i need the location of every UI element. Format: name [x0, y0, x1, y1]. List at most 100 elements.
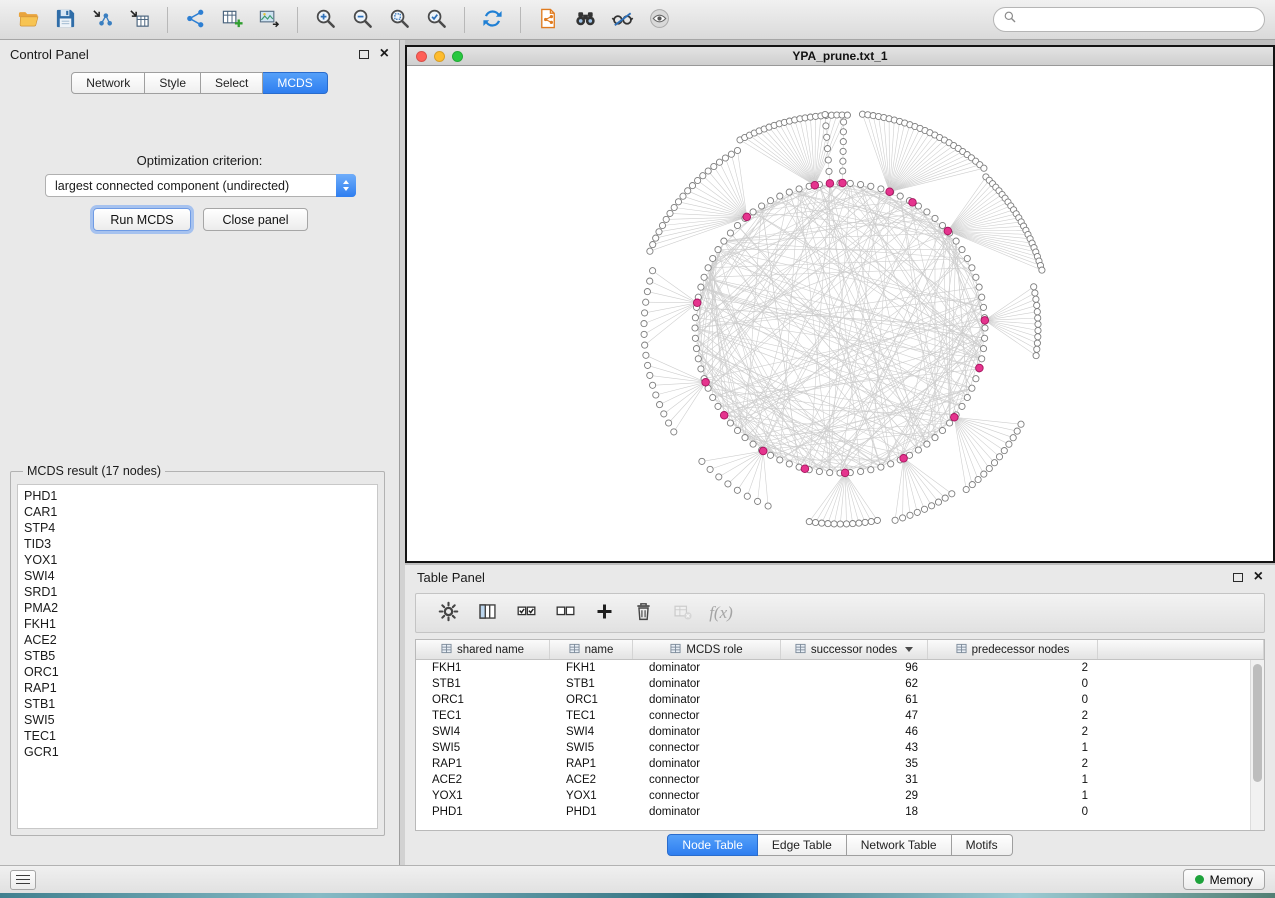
column-type-icon	[956, 643, 967, 657]
binoculars-button[interactable]	[567, 3, 604, 37]
trash-button[interactable]	[625, 597, 661, 629]
new-network-button[interactable]	[177, 3, 214, 37]
dropdown-stepper-icon	[336, 174, 356, 197]
zoom-selected-button[interactable]	[418, 3, 455, 37]
table-row[interactable]: SWI5SWI5connector431	[416, 740, 1264, 756]
tab-select[interactable]: Select	[201, 72, 263, 94]
search-box[interactable]	[993, 7, 1265, 32]
select-all-icon	[516, 601, 537, 625]
cell-shared-name: ORC1	[416, 694, 550, 706]
table-row[interactable]: STB1STB1dominator620	[416, 676, 1264, 692]
mcds-result-item[interactable]: PHD1	[24, 488, 371, 504]
column-header-successor-nodes[interactable]: successor nodes	[781, 640, 928, 659]
window-minimize-icon[interactable]	[434, 51, 445, 62]
network-graph[interactable]	[407, 66, 1273, 561]
import-table-button[interactable]	[121, 3, 158, 37]
gear-button[interactable]	[430, 597, 466, 629]
function-builder-button[interactable]: f(x)	[703, 597, 739, 629]
share-document-button[interactable]	[530, 3, 567, 37]
eye-button[interactable]	[641, 3, 678, 37]
mcds-result-list[interactable]: PHD1CAR1STP4TID3YOX1SWI4SRD1PMA2FKH1ACE2…	[17, 484, 378, 829]
table-row[interactable]: ORC1ORC1dominator610	[416, 692, 1264, 708]
zoom-fit-button[interactable]	[381, 3, 418, 37]
mcds-result-item[interactable]: RAP1	[24, 680, 371, 696]
float-panel-icon[interactable]	[359, 50, 369, 59]
mcds-result-item[interactable]: FKH1	[24, 616, 371, 632]
export-image-button[interactable]	[251, 3, 288, 37]
toolbar-separator	[520, 7, 521, 33]
table-row[interactable]: ACE2ACE2connector311	[416, 772, 1264, 788]
glasses-button[interactable]	[604, 3, 641, 37]
table-row[interactable]: TEC1TEC1connector472	[416, 708, 1264, 724]
column-header-mcds-role[interactable]: MCDS role	[633, 640, 781, 659]
save-button[interactable]	[47, 3, 84, 37]
mcds-result-item[interactable]: SWI5	[24, 712, 371, 728]
memory-button[interactable]: Memory	[1183, 869, 1265, 890]
mcds-result-item[interactable]: ORC1	[24, 664, 371, 680]
mcds-result-item[interactable]: TID3	[24, 536, 371, 552]
table-row[interactable]: FKH1FKH1dominator962	[416, 660, 1264, 676]
network-view-titlebar[interactable]: YPA_prune.txt_1	[407, 47, 1273, 66]
cell-successor-nodes: 96	[781, 662, 928, 674]
close-panel-button[interactable]: Close panel	[203, 208, 308, 231]
close-panel-icon[interactable]: ×	[380, 49, 389, 59]
show-columns-button[interactable]	[469, 597, 505, 629]
menu-list-button[interactable]	[10, 870, 36, 890]
table-scrollbar[interactable]	[1250, 660, 1264, 830]
close-table-panel-icon[interactable]: ×	[1254, 572, 1263, 582]
zoom-in-icon	[314, 7, 337, 33]
table-scrollbar-thumb[interactable]	[1253, 664, 1262, 782]
unselect-all-button[interactable]	[547, 597, 583, 629]
cell-shared-name: STB1	[416, 678, 550, 690]
table-row[interactable]: PHD1PHD1dominator180	[416, 804, 1264, 820]
tab-node-table[interactable]: Node Table	[667, 834, 758, 856]
table-row[interactable]: RAP1RAP1dominator352	[416, 756, 1264, 772]
select-all-button[interactable]	[508, 597, 544, 629]
optimization-criterion-select[interactable]: largest connected component (undirected)	[45, 174, 356, 197]
import-network-button[interactable]	[84, 3, 121, 37]
mcds-result-item[interactable]: PMA2	[24, 600, 371, 616]
cell-predecessor-nodes: 0	[928, 678, 1098, 690]
tab-mcds[interactable]: MCDS	[263, 72, 327, 94]
cell-predecessor-nodes: 2	[928, 710, 1098, 722]
mcds-result-item[interactable]: STP4	[24, 520, 371, 536]
window-close-icon[interactable]	[416, 51, 427, 62]
tab-motifs[interactable]: Motifs	[952, 834, 1013, 856]
tab-network-table[interactable]: Network Table	[847, 834, 952, 856]
zoom-out-button[interactable]	[344, 3, 381, 37]
new-table-button[interactable]	[214, 3, 251, 37]
cell-mcds-role: dominator	[633, 758, 781, 770]
cell-name: ACE2	[550, 774, 633, 786]
table-row[interactable]: YOX1YOX1connector291	[416, 788, 1264, 804]
tab-network[interactable]: Network	[71, 72, 145, 94]
cell-name: SWI4	[550, 726, 633, 738]
cell-predecessor-nodes: 2	[928, 726, 1098, 738]
refresh-button[interactable]	[474, 3, 511, 37]
column-header-shared-name[interactable]: shared name	[416, 640, 550, 659]
window-maximize-icon[interactable]	[452, 51, 463, 62]
mcds-result-item[interactable]: STB1	[24, 696, 371, 712]
mcds-result-item[interactable]: CAR1	[24, 504, 371, 520]
zoom-in-button[interactable]	[307, 3, 344, 37]
mcds-result-item[interactable]: SWI4	[24, 568, 371, 584]
mcds-result-item[interactable]: ACE2	[24, 632, 371, 648]
tab-edge-table[interactable]: Edge Table	[758, 834, 847, 856]
table-row[interactable]: SWI4SWI4dominator462	[416, 724, 1264, 740]
run-mcds-button[interactable]: Run MCDS	[93, 208, 191, 231]
cell-mcds-role: dominator	[633, 678, 781, 690]
add-button[interactable]	[586, 597, 622, 629]
search-input[interactable]	[1022, 13, 1255, 27]
column-header-predecessor-nodes[interactable]: predecessor nodes	[928, 640, 1098, 659]
mcds-result-item[interactable]: GCR1	[24, 744, 371, 760]
tab-style[interactable]: Style	[145, 72, 201, 94]
cell-name: YOX1	[550, 790, 633, 802]
column-header-name[interactable]: name	[550, 640, 633, 659]
memory-label: Memory	[1210, 873, 1253, 887]
mcds-result-item[interactable]: SRD1	[24, 584, 371, 600]
float-table-panel-icon[interactable]	[1233, 573, 1243, 582]
mcds-result-item[interactable]: STB5	[24, 648, 371, 664]
mcds-result-item[interactable]: TEC1	[24, 728, 371, 744]
new-table-icon	[221, 7, 244, 33]
mcds-result-item[interactable]: YOX1	[24, 552, 371, 568]
open-folder-button[interactable]	[10, 3, 47, 37]
